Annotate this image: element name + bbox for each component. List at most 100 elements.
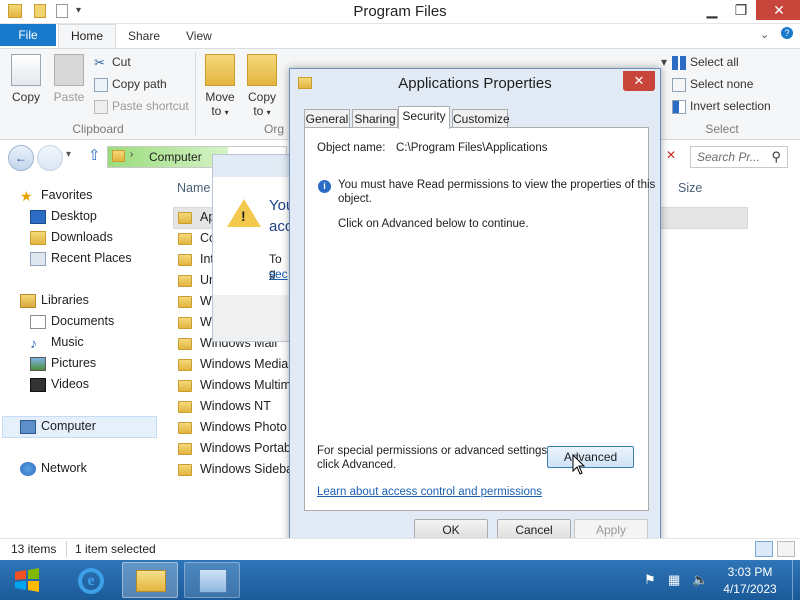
nav-pictures-label: Pictures [51, 356, 97, 370]
file-row[interactable]: Windows Media F [178, 354, 299, 375]
start-button[interactable] [8, 564, 46, 596]
security-tab-link[interactable]: sec [269, 267, 288, 281]
large-icons-view-icon[interactable] [777, 541, 795, 557]
file-row[interactable]: Windows NT [178, 396, 288, 417]
tab-home[interactable]: Home [58, 24, 117, 49]
folder-icon [112, 150, 125, 162]
copy-to-button[interactable]: Copy to ▾ [240, 54, 284, 118]
recent-locations-icon[interactable]: ▾ [66, 149, 71, 160]
ribbon-separator [195, 52, 196, 136]
open-dropdown-arrow[interactable]: ▾ [661, 52, 667, 72]
column-header-name[interactable]: Name [177, 181, 210, 195]
file-explorer-icon [136, 570, 166, 592]
security-panel: Object name: C:\Program Files\Applicatio… [304, 127, 655, 511]
folder-icon [178, 463, 192, 476]
nav-pictures[interactable]: Pictures [30, 353, 96, 374]
nav-videos[interactable]: Videos [30, 374, 89, 395]
dialog-close-button[interactable]: ✕ [623, 71, 655, 91]
file-name: Windows Multim [200, 378, 291, 392]
tab-share[interactable]: Share [128, 24, 160, 48]
nav-network[interactable]: Network [20, 458, 87, 479]
nav-libraries[interactable]: Libraries [20, 290, 89, 311]
breadcrumb-chevron-icon[interactable]: › [130, 149, 133, 160]
invert-selection-button[interactable]: Invert selection [672, 96, 771, 116]
forward-button[interactable] [37, 145, 63, 171]
maximize-button[interactable]: ❐ [726, 0, 756, 20]
select-all-icon [672, 55, 686, 70]
select-none-icon [672, 77, 686, 92]
paste-shortcut-button[interactable]: Paste shortcut [94, 96, 189, 116]
music-icon: ♪ [30, 334, 37, 351]
breadcrumb-computer[interactable]: Computer [149, 150, 202, 164]
tab-view[interactable]: View [186, 24, 212, 48]
stop-icon[interactable]: ✕ [664, 148, 678, 164]
folder-icon [178, 337, 192, 350]
select-none-button[interactable]: Select none [672, 74, 753, 94]
nav-downloads-label: Downloads [51, 230, 113, 244]
nav-downloads[interactable]: Downloads [30, 227, 113, 248]
tab-security[interactable]: Security [398, 106, 450, 129]
organize-group-label: Org [264, 122, 285, 136]
folder-icon [178, 316, 192, 329]
tab-customize[interactable]: Customize [452, 109, 510, 129]
tab-file[interactable]: File [0, 24, 56, 46]
show-desktop-button[interactable] [792, 560, 800, 600]
help-icon[interactable]: ? [781, 27, 793, 39]
details-view-icon[interactable] [755, 541, 773, 557]
cut-button[interactable]: ✂ Cut [94, 52, 131, 72]
invert-selection-icon [672, 99, 686, 114]
search-placeholder: Search Pr... [697, 150, 760, 164]
file-row[interactable]: Windows Photo V [178, 417, 299, 438]
advanced-button[interactable]: Advanced [547, 446, 634, 468]
special-line1: For special permissions or advanced sett… [317, 445, 551, 457]
recent-places-icon [30, 251, 46, 266]
folder-icon [178, 379, 192, 392]
select-all-button[interactable]: Select all [672, 52, 739, 72]
clock-date[interactable]: 4/17/2023 [718, 582, 782, 596]
search-input[interactable]: Search Pr... ⚲ [690, 146, 788, 168]
taskbar-file-explorer[interactable] [122, 562, 178, 598]
clock-time[interactable]: 3:03 PM [724, 565, 776, 579]
file-row[interactable]: Windows Multim [178, 375, 291, 396]
up-arrow-icon[interactable]: ⇧ [88, 146, 101, 164]
nav-documents[interactable]: Documents [30, 311, 114, 332]
move-to-button[interactable]: Move to ▾ [198, 54, 242, 118]
folder-icon [178, 253, 192, 266]
action-center-flag-icon[interactable]: ⚑ [644, 572, 656, 588]
copy-button[interactable]: Copy [4, 54, 48, 104]
object-name-label: Object name: [317, 142, 386, 154]
libraries-icon [20, 293, 36, 308]
nav-desktop[interactable]: Desktop [30, 206, 97, 227]
file-row[interactable]: Windows Portabl [178, 438, 294, 459]
status-item-count: 13 items [11, 542, 57, 556]
paste-button[interactable]: Paste [47, 54, 91, 104]
copy-path-button[interactable]: Copy path [94, 74, 167, 94]
column-header-size[interactable]: Size [678, 181, 702, 195]
ribbon-expand-icon[interactable]: ⌄ [760, 28, 769, 41]
taskbar-internet-explorer[interactable]: e [62, 562, 118, 598]
downloads-icon [30, 230, 46, 245]
nav-music[interactable]: ♪ Music [30, 332, 84, 353]
nav-favorites[interactable]: ★ Favorites [20, 185, 92, 206]
network-status-icon[interactable]: ▦ [668, 572, 680, 588]
nav-computer[interactable]: Computer [20, 416, 96, 437]
copy-to-label-2: to [253, 104, 264, 118]
copy-icon [11, 54, 41, 86]
copy-path-icon [94, 77, 108, 92]
search-icon[interactable]: ⚲ [771, 149, 781, 165]
volume-muted-icon[interactable]: 🔈 [692, 572, 708, 588]
taskbar-control-panel[interactable] [184, 562, 240, 598]
nav-recent-places[interactable]: Recent Places [30, 248, 132, 269]
desktop-icon [30, 209, 46, 224]
window-title: Program Files [353, 3, 447, 20]
tab-sharing[interactable]: Sharing [352, 109, 398, 129]
windows-logo-icon [15, 568, 39, 592]
file-row[interactable]: Windows Sidebar [178, 459, 297, 480]
tab-general[interactable]: General [304, 109, 350, 129]
close-window-button[interactable]: ✕ [756, 0, 800, 20]
minimize-button[interactable]: ▁ [697, 0, 727, 20]
learn-more-link[interactable]: Learn about access control and permissio… [317, 486, 542, 498]
paste-shortcut-label: Paste shortcut [112, 99, 189, 113]
scissors-icon: ✂ [94, 54, 105, 70]
back-button[interactable]: ← [8, 145, 34, 171]
